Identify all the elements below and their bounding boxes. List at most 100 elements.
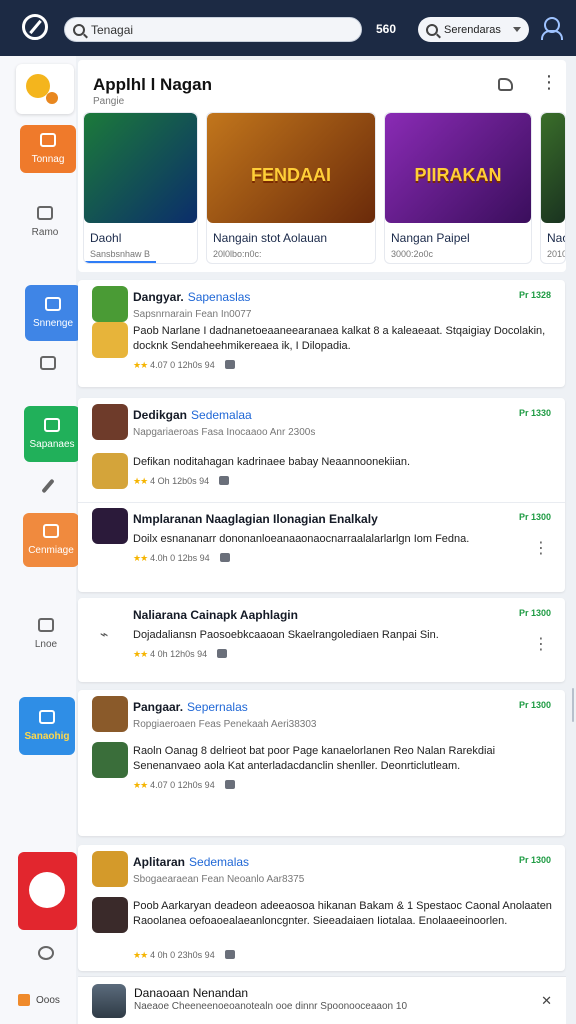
chat-icon [40,356,56,370]
smiley-face-icon [29,872,65,908]
featured-subtitle: Pangie [93,96,125,107]
game-art: PIIRAKAN [385,113,531,223]
rail-item-tonnag[interactable]: Tonnag [20,125,76,173]
rail-item-profile[interactable] [18,946,74,967]
game-art [541,113,565,223]
row-title[interactable]: Pangaar. Sepernalas [133,700,248,714]
list-card[interactable]: Aplitaran Sedemalas Sbogaearaean Fean Neoa… [78,845,565,971]
row-title[interactable]: Aplitaran Sedemalas [133,855,249,869]
row-description: Poob Aarkaryan deadeon adeeaosoa hikanan… [133,900,552,927]
thumbs-up-icon[interactable] [224,360,235,369]
rail-item-ramo[interactable]: Ramo [17,206,73,238]
row-description: Doilx esnananarr dononanloeanaaonaocnarr… [133,533,470,545]
app-thumbnail[interactable] [92,404,128,440]
game-meta: 2010 [547,249,566,259]
row-title-text: Dangyar. [133,290,184,304]
row-meta-text: 4 Oh 12b0s 94 [150,476,210,486]
game-card[interactable]: Daohl Sansbsnhaw B [83,112,198,264]
badge-dot-icon [46,92,58,104]
rail-item-label: Lnoe [34,639,58,650]
document-icon [39,710,55,724]
rail-item-cenmiage[interactable]: Cenmiage [23,513,79,567]
thumbs-up-icon[interactable] [219,553,230,562]
row-subtitle: Sapsnrnarain Fean In0077 [133,309,252,320]
rail-item-label: Tonnag [31,154,65,165]
rail-item-edit[interactable] [20,478,76,501]
row-meta: ★★ 4 0h 0 23h0s 94 [133,950,239,961]
row-description: Dojadaliansn Paosoebkcaaoan Skaelrangole… [133,629,439,641]
rail-item-label: Snnenge [32,318,74,329]
scrollbar[interactable] [572,688,574,722]
thumbs-up-icon[interactable] [224,950,235,959]
rail-item-snnenge[interactable]: Snnenge [25,285,81,341]
row-meta-text: 4 0h 12h0s 94 [150,649,208,659]
row-tag[interactable]: Sedemalaa [191,408,252,422]
chevron-down-icon[interactable] [513,27,521,32]
rail-item-sanaohig[interactable]: Sanaohig [19,697,75,755]
row-tag[interactable]: Sapenaslas [188,290,251,304]
rail-item-lnoe[interactable]: Lnoe [18,618,74,650]
list-card[interactable]: Dedikgan Sedemalaa Napgariaeroas Fasa Inoc… [78,398,565,592]
search-input[interactable]: Tenagai [64,17,362,42]
user-icon [45,297,61,311]
thumbs-up-icon[interactable] [219,476,230,485]
game-card[interactable]: FENDAAI Nangain stot Aolauan 20l0lbo:n0c… [206,112,376,264]
row-subtitle: Napgariaeroas Fasa Inocaaoo Anr 2300s [133,427,316,438]
list-card[interactable]: Pangaar. Sepernalas Ropgiaeroaen Feas Pene… [78,690,565,836]
rail-item-ooos[interactable]: Ooos [18,994,60,1006]
app-thumbnail[interactable] [92,851,128,887]
bottom-subtitle: Naeaoe Cheeneenoeoanotealn ooe dinnr Spo… [134,1001,408,1012]
row-subtitle: Sbogaearaean Fean Neoanlo Aar8375 [133,874,305,885]
list-card[interactable]: Dangyar. Sapenaslas Sapsnrnarain Fean In00… [78,280,565,387]
game-art [84,113,197,223]
game-meta: 20l0lbo:n0c: [213,249,262,259]
app-thumbnail[interactable] [92,453,128,489]
row-title[interactable]: Dangyar. Sapenaslas [133,290,250,304]
list-card[interactable]: ⌁ Naliarana Cainapk Aaphlagin Pr 1300 ⋮ Doja… [78,598,565,682]
app-logo-icon[interactable] [22,14,48,40]
app-thumbnail[interactable] [92,742,128,778]
link-icon: ⌁ [100,626,109,642]
game-meta: Sansbsnhaw B [90,249,151,259]
bottom-thumbnail [92,984,126,1018]
thumbs-up-icon[interactable] [224,780,235,789]
featured-section: Applhl l Nagan Pangie Daohl Sansbsnhaw B… [78,60,566,272]
close-icon[interactable]: ✕ [541,993,552,1009]
bottom-now-playing-bar[interactable]: Danaoaan Nenandan Naeaoe Cheeneenoeoanot… [78,976,566,1024]
secondary-search[interactable]: Serendaras [418,17,529,42]
rail-item-chat[interactable] [20,356,76,377]
row-meta: ★★ 4.0h 0 12bs 94 [133,553,234,564]
selected-indicator [84,261,156,263]
row-title-text: Aplitaran [133,855,186,869]
row-description: Raoln Oanag 8 delrieot bat poor Page kan… [133,745,496,772]
app-thumbnail[interactable] [92,322,128,358]
app-thumbnail[interactable] [92,897,128,933]
game-card[interactable]: PIIRAKAN Nangan Paipel 3000:2o0c [384,112,532,264]
game-card[interactable]: Nao 2010 [540,112,566,264]
row-title[interactable]: Naliarana Cainapk Aaphlagin [133,608,298,622]
row-tag[interactable]: Sedemalas [189,855,249,869]
row-tag[interactable]: Sepernalas [187,700,248,714]
app-thumbnail[interactable] [92,286,128,322]
folder-icon [38,618,54,632]
user-icon[interactable] [541,17,563,40]
row-meta-text: 4.0h 0 12bs 94 [150,553,210,563]
rating-stars-icon: ★★ [133,360,148,370]
rail-item-sapanaes[interactable]: Sapanaes [24,406,80,462]
row-title[interactable]: Dedikgan Sedemalaa [133,408,252,422]
mascot-app-icon[interactable] [18,852,77,930]
rail-item-label: Sanaohig [24,731,70,742]
app-badge[interactable] [16,64,74,114]
app-thumbnail[interactable] [92,508,128,544]
row-title[interactable]: Nmplaranan Naaglagian Ilonagian Enalkaly [133,512,378,526]
share-icon[interactable] [498,78,513,91]
more-icon[interactable] [540,72,558,93]
row-title-text: Pangaar. [133,700,184,714]
game-art: FENDAAI [207,113,375,223]
row-meta: ★★ 4.07 0 12h0s 94 [133,780,239,791]
secondary-search-text: Serendaras [444,23,501,36]
notification-count[interactable]: 560 [376,22,396,36]
app-thumbnail[interactable] [92,696,128,732]
row-meta: ★★ 4.07 0 12h0s 94 [133,360,239,371]
thumbs-up-icon[interactable] [217,649,228,658]
